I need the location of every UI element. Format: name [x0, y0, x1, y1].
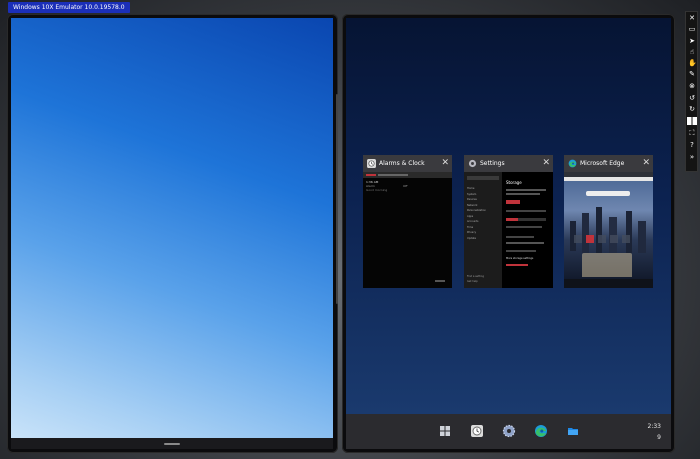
rotate-right-icon[interactable]: ↻	[688, 105, 696, 113]
app-card-alarms-clock[interactable]: Alarms & Clock ✕ 1:36 AM Alarm Off Good …	[363, 155, 452, 288]
touch-icon[interactable]: ☝	[688, 48, 696, 56]
app-card-title: Alarms & Clock	[379, 160, 425, 167]
pen-icon[interactable]: ✎	[688, 70, 696, 78]
card-header: Settings ✕	[464, 155, 553, 172]
emulator-title: Windows 10X Emulator 10.0.19578.0	[8, 2, 130, 13]
app-card-microsoft-edge[interactable]: Microsoft Edge ✕	[564, 155, 653, 288]
stop-icon[interactable]: ⊗	[688, 82, 696, 90]
clock-row: Good morning	[366, 188, 388, 192]
taskbar: 2:33 9	[346, 414, 671, 449]
taskbar-time: 2:33	[647, 423, 661, 430]
app-card-title: Settings	[480, 160, 505, 167]
clock-row: Off	[403, 184, 408, 188]
close-icon[interactable]: ✕	[542, 155, 550, 172]
settings-section-title: Storage	[506, 180, 522, 185]
card-header: Microsoft Edge ✕	[564, 155, 653, 172]
dual-screen-icon[interactable]	[687, 117, 697, 125]
left-screen-bottom-bar	[11, 438, 333, 449]
app-card-title: Microsoft Edge	[580, 160, 625, 167]
edge-cityscape	[564, 181, 653, 279]
edge-browser-icon	[568, 159, 577, 168]
settings-gear-icon[interactable]	[502, 424, 516, 438]
settings-gear-icon	[468, 159, 477, 168]
rotate-left-icon[interactable]: ↺	[688, 94, 696, 102]
task-switcher: Alarms & Clock ✕ 1:36 AM Alarm Off Good …	[346, 18, 671, 414]
more-icon[interactable]: »	[688, 153, 696, 161]
app-card-settings[interactable]: Settings ✕ Home System Devices Network P…	[464, 155, 553, 288]
multi-touch-icon[interactable]: ✋	[688, 59, 697, 67]
left-screen-device	[7, 14, 338, 453]
emulator-toolbar: ✕ ▭ ➤ ☝ ✋ ✎ ⊗ ↺ ↻ ⛶ ? »	[685, 11, 698, 172]
minimize-icon[interactable]: ▭	[688, 25, 696, 33]
settings-help[interactable]: Get help	[467, 279, 484, 284]
settings-nav-item[interactable]: Personalization	[467, 208, 486, 214]
alarms-clock-icon[interactable]	[470, 424, 484, 438]
settings-link[interactable]: More storage settings	[506, 257, 533, 260]
gesture-handle[interactable]	[164, 443, 180, 445]
left-screen-wallpaper	[11, 18, 333, 438]
card-preview	[564, 172, 653, 288]
settings-nav-item[interactable]: Update	[467, 236, 486, 242]
help-icon[interactable]: ?	[688, 141, 696, 149]
windows-start-icon[interactable]	[438, 424, 452, 438]
pointer-icon[interactable]: ➤	[688, 37, 696, 45]
edge-browser-icon[interactable]	[534, 424, 548, 438]
close-icon[interactable]: ✕	[642, 155, 650, 172]
file-explorer-icon[interactable]	[566, 424, 580, 438]
alarms-clock-icon	[367, 159, 376, 168]
fit-screen-icon[interactable]: ⛶	[688, 129, 696, 137]
taskbar-date: 9	[657, 434, 661, 441]
settings-sidebar: Home System Devices Network Personalizat…	[464, 172, 502, 288]
right-screen-device: Alarms & Clock ✕ 1:36 AM Alarm Off Good …	[342, 14, 675, 453]
taskbar-clock[interactable]: 2:33 9	[648, 421, 661, 443]
close-icon[interactable]: ✕	[441, 155, 449, 172]
card-preview: 1:36 AM Alarm Off Good morning	[363, 172, 452, 288]
card-header: Alarms & Clock ✕	[363, 155, 452, 172]
close-icon[interactable]: ✕	[688, 14, 696, 22]
hinge-indicator	[336, 94, 338, 304]
card-preview: Home System Devices Network Personalizat…	[464, 172, 553, 288]
